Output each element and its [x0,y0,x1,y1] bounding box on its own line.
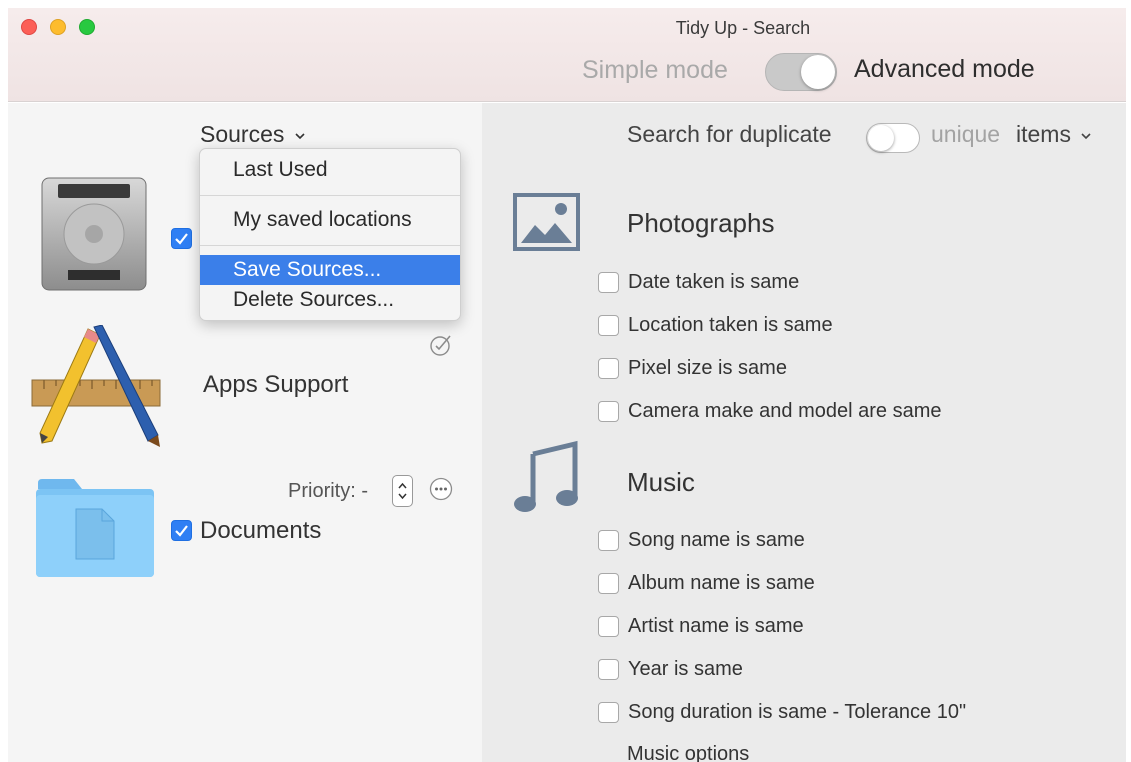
simple-mode-label[interactable]: Simple mode [582,56,728,85]
option-label: Year is same [628,658,743,680]
option-label: Album name is same [628,572,815,594]
checkbox[interactable] [598,702,619,723]
unique-toggle-knob [868,125,894,151]
minimize-window-button[interactable] [50,19,66,35]
items-label: items [1016,121,1071,147]
unique-label[interactable]: unique [931,121,1000,148]
menu-separator [200,245,460,246]
chevron-down-icon [295,133,305,140]
title-bar: Tidy Up - Search Simple mode Advanced mo… [8,8,1126,102]
sources-dropdown[interactable]: Sources [200,121,306,148]
music-heading: Music [627,467,695,497]
option-label: Location taken is same [628,314,833,336]
option-label: Camera make and model are same [628,400,942,422]
option-label: Song name is same [628,529,805,551]
tidy-up-window: Tidy Up - Search Simple mode Advanced mo… [8,8,1126,762]
checkmark-icon [175,525,188,537]
hard-drive-checkbox[interactable] [171,228,192,249]
search-for-duplicate-label: Search for duplicate [627,121,832,147]
hard-drive-icon[interactable] [38,176,150,294]
option-label: Artist name is same [628,615,804,637]
photographs-heading: Photographs [627,208,775,238]
stepper-arrows-icon [398,482,407,500]
close-window-button[interactable] [21,19,37,35]
priority-label: Priority: - [288,480,368,502]
checkbox[interactable] [598,358,619,379]
zoom-window-button[interactable] [79,19,95,35]
checkbox[interactable] [598,530,619,551]
more-options-icon[interactable] [429,477,453,501]
apps-support-label[interactable]: Apps Support [203,371,348,399]
music-options-link[interactable]: Music options [627,743,749,762]
checkbox[interactable] [598,401,619,422]
checkmark-icon [175,233,188,245]
option-label: Song duration is same - Tolerance 10" [628,701,967,723]
unique-toggle[interactable] [866,123,920,153]
checkbox[interactable] [598,272,619,293]
checkbox[interactable] [598,659,619,680]
mode-toggle[interactable] [765,53,837,91]
mode-toggle-knob [801,55,835,89]
sources-label: Sources [200,121,285,147]
sources-menu: Last Used My saved locations Save Source… [199,148,461,321]
documents-label[interactable]: Documents [200,517,321,545]
menu-item-my-saved-locations[interactable]: My saved locations [200,205,460,235]
checkmark-circle-icon [430,335,451,356]
checkbox[interactable] [598,616,619,637]
priority-stepper[interactable] [392,475,413,507]
applications-icon[interactable] [30,325,162,449]
menu-separator [200,195,460,196]
chevron-down-icon [1081,133,1091,140]
option-label: Date taken is same [628,271,800,293]
search-options-pane: Search for duplicate unique items Photog… [482,103,1126,762]
window-title: Tidy Up - Search [675,18,811,38]
checkbox[interactable] [598,315,619,336]
option-label: Pixel size is same [628,357,787,379]
items-dropdown[interactable]: items [1016,121,1092,148]
menu-item-last-used[interactable]: Last Used [200,155,460,185]
menu-item-save-sources[interactable]: Save Sources... [200,255,460,285]
documents-folder-icon[interactable] [34,475,156,579]
photo-icon [513,193,580,251]
music-note-icon [514,440,578,512]
advanced-mode-label[interactable]: Advanced mode [854,55,1035,84]
menu-item-delete-sources[interactable]: Delete Sources... [200,285,460,315]
checkbox[interactable] [598,573,619,594]
documents-checkbox[interactable] [171,520,192,541]
